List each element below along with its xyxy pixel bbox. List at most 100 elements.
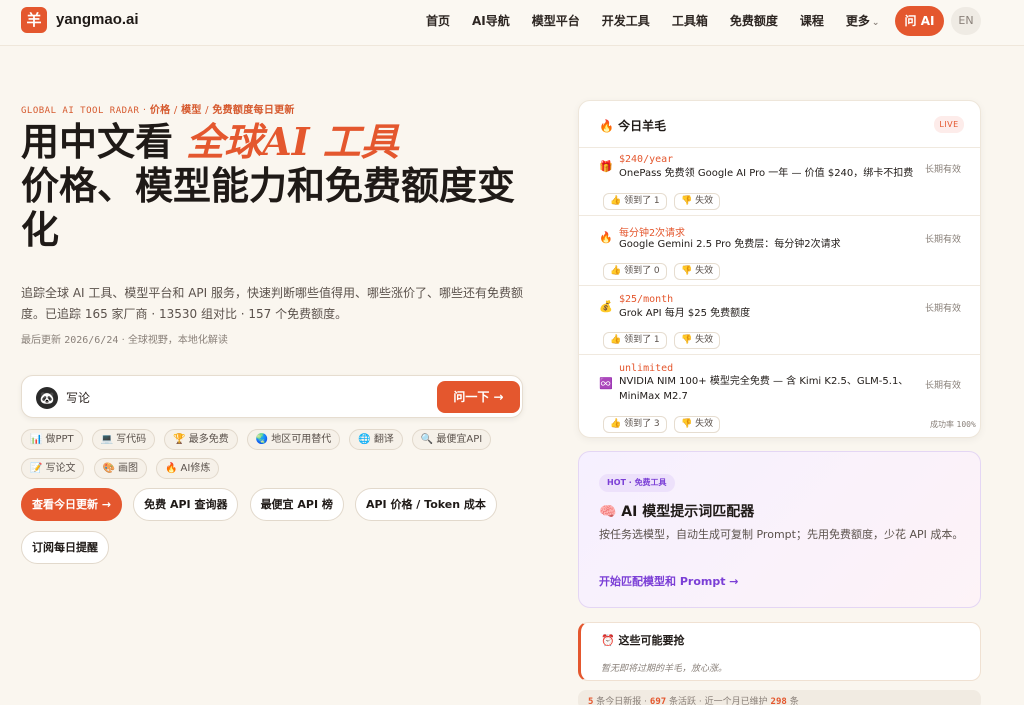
chip-ppt[interactable]: 📊 做PPT [21, 429, 83, 450]
deal-title[interactable]: Google Gemini 2.5 Pro 免费层：每分钟2次请求 [619, 237, 919, 252]
chip-ai-training[interactable]: 🔥 AI修炼 [156, 458, 220, 479]
panda-avatar-icon: 🐼 [36, 387, 58, 409]
chip-cheapest-api[interactable]: 🔍 最便宜API [411, 429, 492, 450]
eyebrow-crumb-price: 价格 [149, 105, 171, 116]
nav-link-home[interactable]: 首页 [426, 0, 450, 44]
expired-button[interactable]: 👎 失效 [674, 263, 721, 280]
stat-maintained-label: 近一个月已维护 [704, 697, 768, 705]
deal-title[interactable]: NVIDIA NIM 100+ 模型完全免费 — 含 Kimi K2.5、GLM… [619, 374, 919, 404]
chip-draw[interactable]: 🎨 画图 [93, 458, 147, 479]
expired-button[interactable]: 👎 失效 [674, 332, 721, 349]
nav-more-label: 更多 [845, 14, 870, 28]
got-it-button[interactable]: 👍 领到了 3 [603, 416, 667, 433]
meta-separator: · [121, 335, 125, 346]
deal-validity: 长期有效 [925, 165, 962, 175]
deal-title[interactable]: OnePass 免费领 Google AI Pro 一年 — 价值 $240，绑… [619, 166, 919, 181]
nav-link-ai-nav[interactable]: AI导航 [472, 0, 510, 44]
deal-price: $25/month [619, 294, 674, 305]
ask-search-input[interactable] [66, 386, 426, 408]
chip-label: 翻译 [373, 434, 394, 445]
language-toggle-button[interactable]: EN [951, 7, 981, 35]
cheapest-api-ranking-button[interactable]: 最便宜 API 榜 [249, 488, 344, 521]
chip-label: 地区可用替代 [271, 434, 332, 445]
stat-maintained-count: 298 [770, 697, 787, 705]
today-deals-header: 🔥 今日羊毛 LIVE [579, 101, 980, 148]
eyebrow-slash: / [173, 105, 178, 116]
last-updated-label: 最后更新 [21, 335, 61, 346]
deal-item[interactable]: 🎁 $240/year OnePass 免费领 Google AI Pro 一年… [579, 148, 980, 216]
stat-new-label: 条今日新报 [596, 697, 642, 705]
chip-most-free[interactable]: 🏆 最多免费 [164, 429, 238, 450]
got-it-button[interactable]: 👍 领到了 1 [603, 332, 667, 349]
gift-icon: 🎁 [599, 160, 613, 173]
deal-validity: 长期有效 [925, 304, 962, 314]
chip-translate[interactable]: 🌐 翻译 [349, 429, 403, 450]
hot-tool-description: 按任务选模型，自动生成可复制 Prompt；先用免费额度，少花 API 成本。 [599, 528, 964, 541]
hot-badge: HOT · 免费工具 [599, 474, 675, 492]
chart-icon: 📊 [30, 434, 43, 445]
got-it-button[interactable]: 👍 领到了 0 [603, 263, 667, 280]
subscribe-daily-button[interactable]: 订阅每日提醒 [21, 531, 109, 564]
logo-icon[interactable]: 羊 [21, 7, 47, 33]
last-updated: 最后更新 2026/6/24 · 全球视野，本地化解读 [21, 331, 228, 346]
brand-name[interactable]: yangmao.ai [56, 11, 139, 28]
headline-plain: 用中文看 [21, 119, 174, 164]
success-rate-label: 成功率 [930, 420, 954, 429]
nav-links: 首页 AI导航 模型平台 开发工具 工具箱 免费额度 课程 更多 ⌄ [426, 0, 901, 44]
nav-link-dev-tools[interactable]: 开发工具 [602, 0, 650, 44]
nav-link-model-platform[interactable]: 模型平台 [532, 0, 580, 44]
nav-link-toolbox[interactable]: 工具箱 [672, 0, 708, 44]
expired-button[interactable]: 👎 失效 [674, 416, 721, 433]
deal-price: $240/year [619, 154, 674, 165]
nav-link-more[interactable]: 更多 ⌄ [846, 0, 880, 44]
cta-row: 查看今日更新 → 免费 API 查询器 最便宜 API 榜 API 价格 / T… [21, 488, 541, 574]
money-bag-icon: 💰 [599, 300, 613, 313]
deal-title[interactable]: Grok API 每月 $25 免费额度 [619, 306, 919, 321]
stat-new-count: 5 [588, 697, 594, 705]
deal-item[interactable]: 🔥 每分钟2次请求 Google Gemini 2.5 Pro 免费层：每分钟2… [579, 216, 980, 286]
hero-headline: 用中文看 全球AI 工具 价格、模型能力和免费额度变化 [21, 120, 541, 252]
hot-tool-card[interactable]: HOT · 免费工具 🧠 AI 模型提示词匹配器 按任务选模型，自动生成可复制 … [578, 451, 981, 608]
success-rate-value: 100% [956, 420, 976, 429]
stat-active-count: 697 [649, 697, 667, 705]
magnifier-icon: 🔍 [420, 434, 434, 445]
got-it-button[interactable]: 👍 领到了 1 [603, 193, 667, 210]
view-today-updates-button[interactable]: 查看今日更新 → [21, 488, 123, 521]
chip-label: 画图 [118, 463, 138, 474]
deal-price: unlimited [619, 363, 674, 374]
today-deals-title-text: 今日羊毛 [618, 119, 667, 133]
nav-link-courses[interactable]: 课程 [800, 0, 824, 44]
today-deals-title: 🔥 今日羊毛 [599, 117, 666, 134]
start-matching-link[interactable]: 开始匹配模型和 Prompt → [599, 573, 739, 589]
chip-label: 做PPT [45, 434, 74, 445]
palette-icon: 🎨 [102, 463, 115, 474]
eyebrow-slash: / [205, 105, 209, 116]
expired-button[interactable]: 👎 失效 [674, 193, 721, 210]
stats-strip: 5 条今日新报 · 697 条活跃 · 近一个月已维护 298 条 [578, 690, 981, 705]
chip-paper[interactable]: 📝 写论文 [21, 458, 85, 479]
ask-submit-button[interactable]: 问一下 → [437, 381, 520, 413]
memo-icon: 📝 [30, 463, 43, 474]
deal-validity: 长期有效 [925, 235, 962, 245]
chip-label: 写论文 [45, 463, 76, 474]
last-updated-date: 2026/6/24 [64, 335, 119, 346]
deal-item[interactable]: 💰 $25/month Grok API 每月 $25 免费额度 长期有效 👍 … [579, 286, 980, 355]
expiring-soon-card: ⏰ 这些可能要抢 暂无即将过期的羊毛，放心涨。 [578, 622, 981, 681]
fire-icon: 🔥 [599, 231, 613, 244]
chip-region-alt[interactable]: 🌏 地区可用替代 [246, 429, 341, 450]
deal-validity: 长期有效 [925, 381, 962, 391]
meta-tagline: 全球视野，本地化解读 [127, 335, 228, 346]
nav-link-free-quota[interactable]: 免费额度 [730, 0, 778, 44]
deal-item[interactable]: ♾️ unlimited NVIDIA NIM 100+ 模型完全免费 — 含 … [579, 355, 980, 437]
headline-rest: 价格、模型能力和免费额度变化 [21, 163, 516, 252]
globe-icon: 🌐 [358, 434, 371, 445]
chip-code[interactable]: 💻 写代码 [91, 429, 156, 450]
hot-tool-title: 🧠 AI 模型提示词匹配器 [599, 504, 755, 520]
expiring-soon-empty: 暂无即将过期的羊毛，放心涨。 [601, 664, 728, 674]
free-api-finder-button[interactable]: 免费 API 查询器 [133, 488, 239, 521]
api-pricing-button[interactable]: API 价格 / Token 成本 [354, 488, 497, 521]
infinity-icon: ♾️ [599, 377, 613, 390]
ask-ai-button[interactable]: 问 AI [895, 6, 944, 36]
stat-maintained-tail: 条 [789, 697, 799, 705]
eyebrow-crumb-free: 免费额度每日更新 [212, 105, 295, 116]
